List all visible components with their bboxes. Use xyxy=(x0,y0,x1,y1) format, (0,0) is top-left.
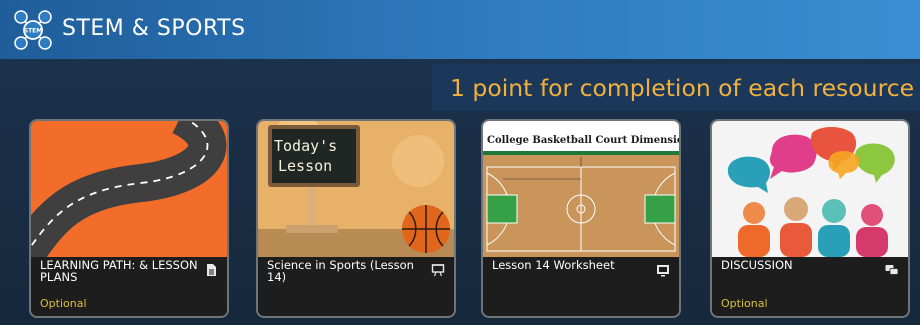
resource-card-learning-path[interactable]: LEARNING PATH: & LESSON PLANS Optional xyxy=(29,119,229,318)
resource-card-discussion[interactable]: DISCUSSION Optional xyxy=(710,119,910,318)
thumb-title: College Basketball Court Dimensions xyxy=(487,135,679,146)
chat-icon xyxy=(885,265,899,275)
card-title[interactable]: DISCUSSION xyxy=(721,259,881,271)
card-title[interactable]: Lesson 14 Worksheet xyxy=(492,259,652,271)
court-diagram-thumbnail: College Basketball Court Dimensions xyxy=(483,121,679,257)
top-bar: STEM STEM & SPORTS xyxy=(0,0,920,59)
app-title[interactable]: STEM & SPORTS xyxy=(62,16,246,41)
todays-lesson-thumbnail: Today's Lesson xyxy=(258,121,454,257)
screen-icon xyxy=(657,265,669,277)
resource-card-science-in-sports[interactable]: Today's Lesson Science in Sports (Lesson… xyxy=(256,119,456,318)
card-title[interactable]: LEARNING PATH: & LESSON PLANS xyxy=(40,259,200,283)
svg-text:Lesson: Lesson xyxy=(278,157,332,175)
stem-logo-icon: STEM xyxy=(14,10,52,50)
optional-badge: Optional xyxy=(40,297,87,310)
points-banner: 1 point for completion of each resource xyxy=(432,64,920,111)
svg-text:Today's: Today's xyxy=(274,137,337,155)
document-icon xyxy=(207,264,216,276)
presentation-icon xyxy=(431,264,445,277)
resource-card-worksheet[interactable]: College Basketball Court Dimensions Less… xyxy=(481,119,681,318)
logo-text: STEM xyxy=(24,28,43,35)
road-thumbnail xyxy=(31,121,227,257)
optional-badge: Optional xyxy=(721,297,768,310)
discussion-thumbnail xyxy=(712,121,908,257)
card-title[interactable]: Science in Sports (Lesson 14) xyxy=(267,259,427,283)
